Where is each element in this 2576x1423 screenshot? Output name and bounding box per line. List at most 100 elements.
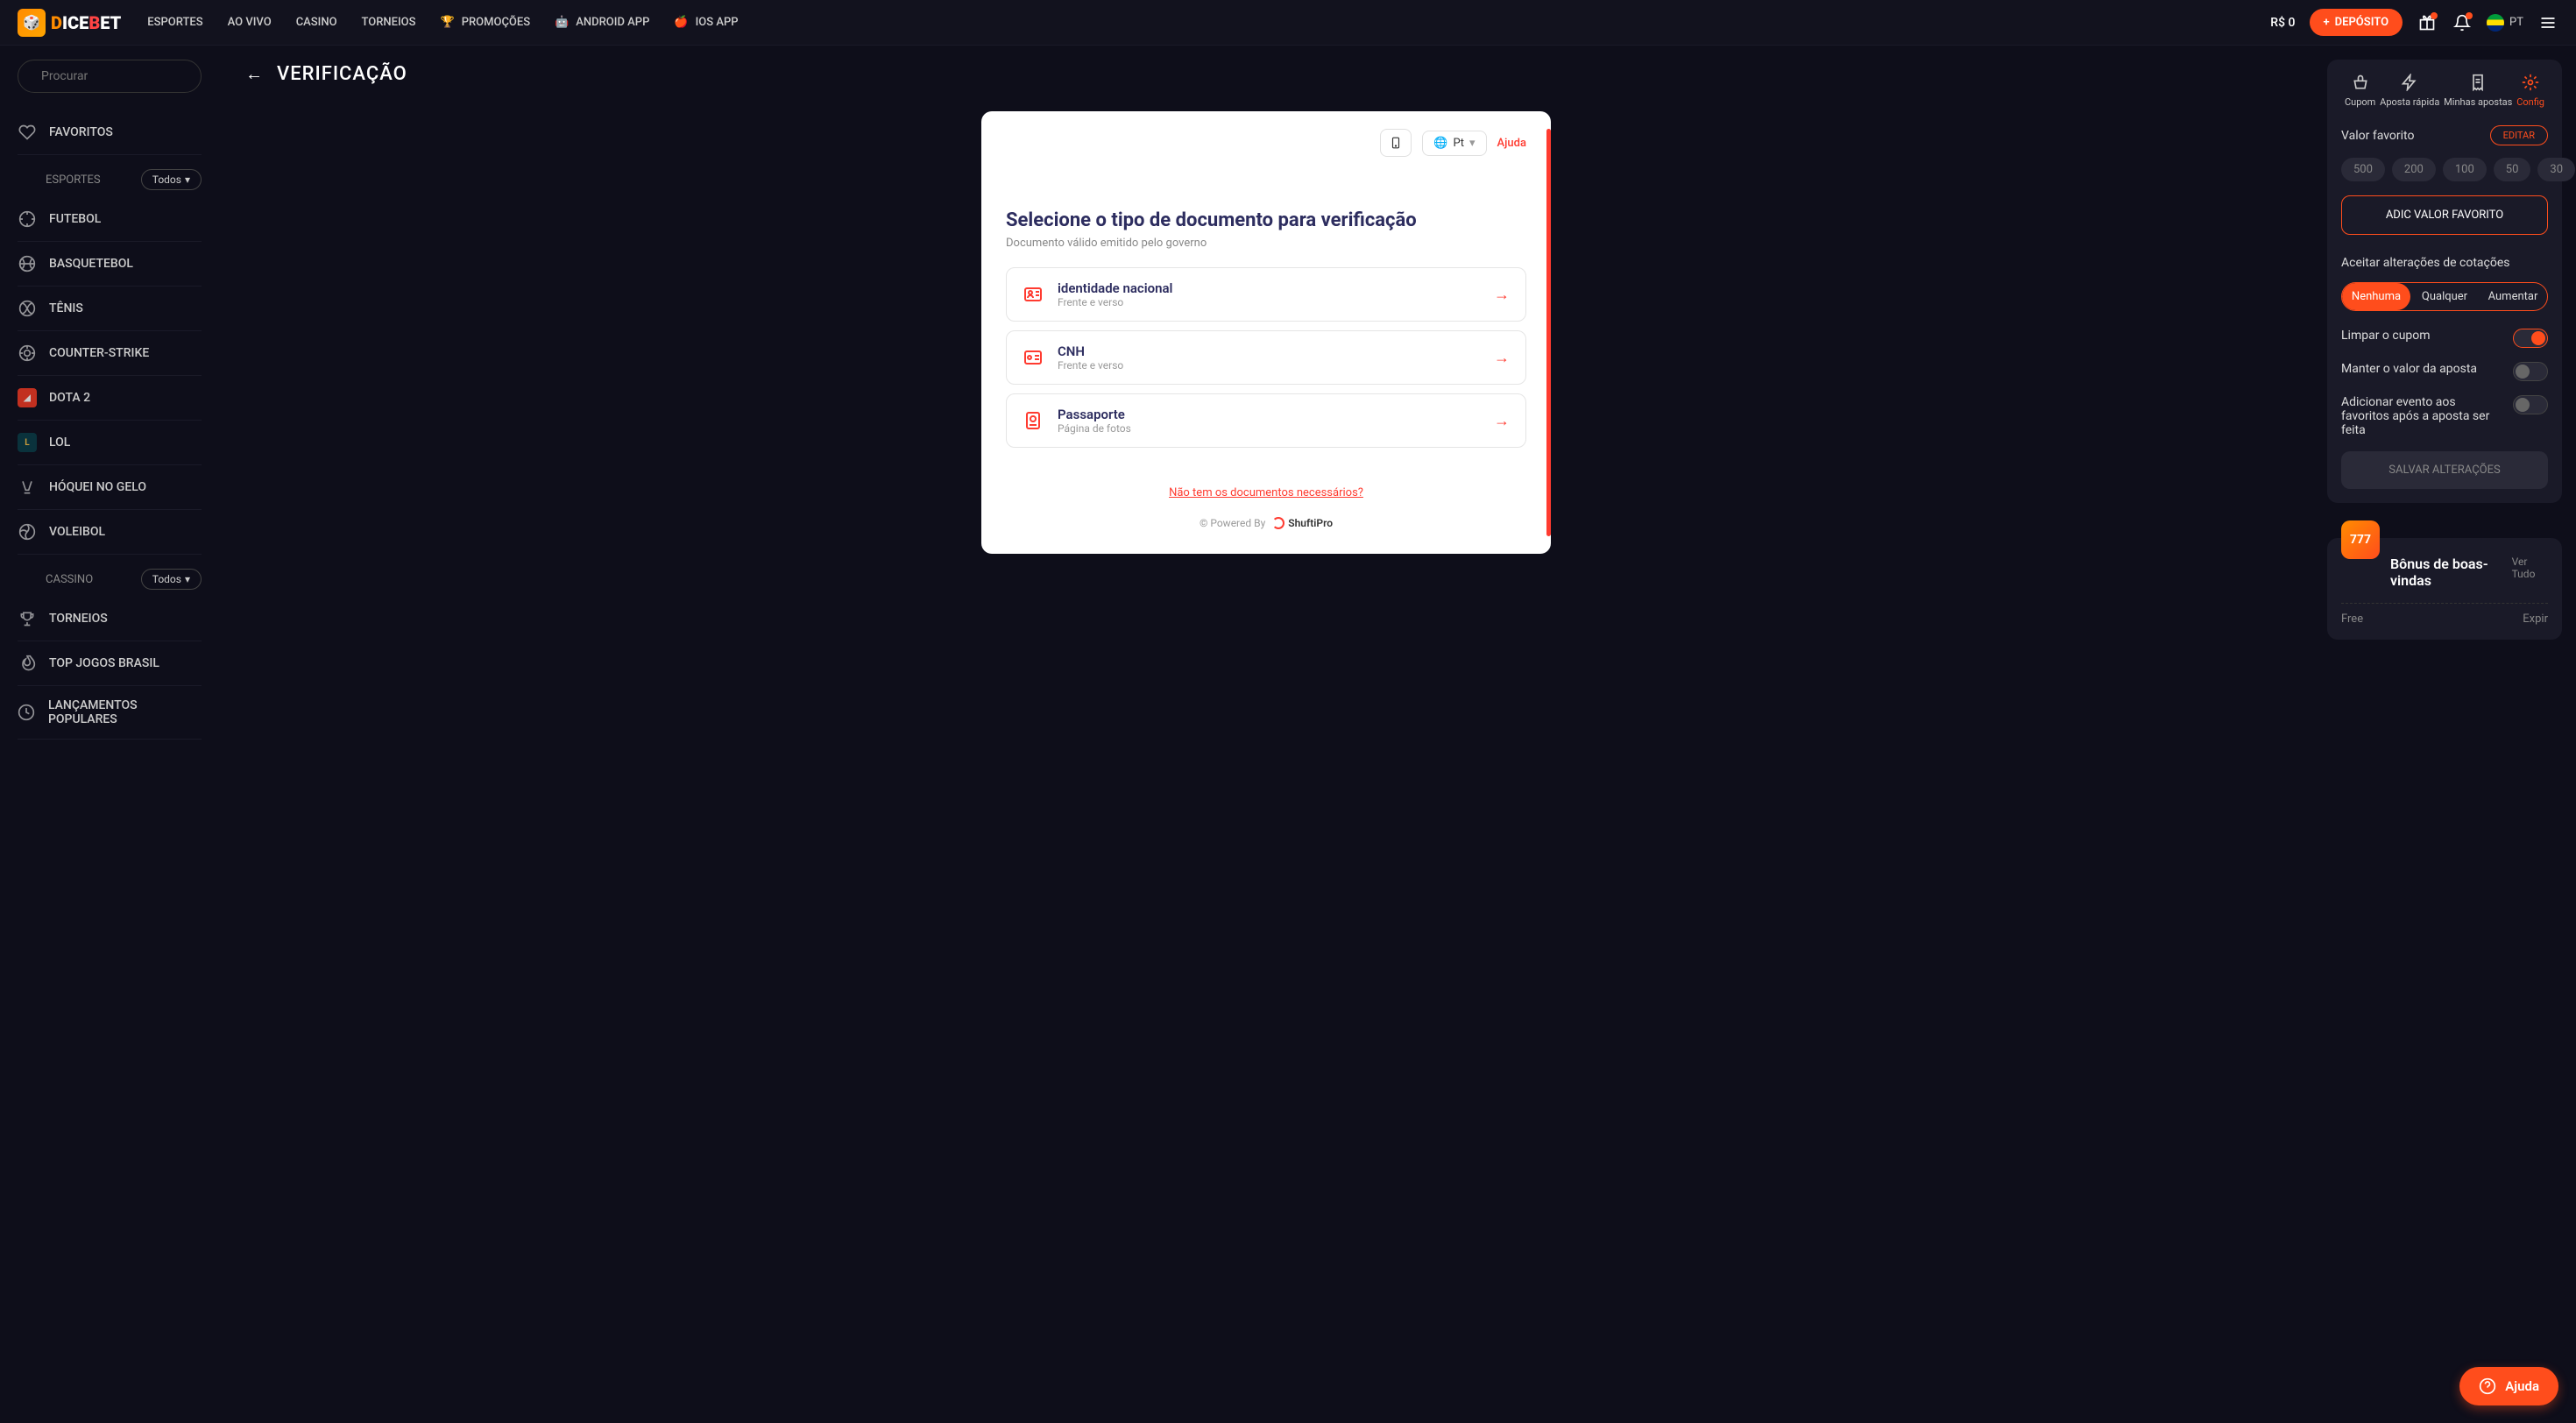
- save-button[interactable]: SALVAR ALTERAÇÕES: [2341, 451, 2548, 489]
- balance: R$ 0: [2270, 16, 2295, 30]
- basket-icon: [2352, 74, 2369, 91]
- page-title: VERIFICAÇÃO: [277, 63, 407, 85]
- logo[interactable]: 🎲 DICEBET: [18, 9, 121, 37]
- option-aumentar[interactable]: Aumentar: [2479, 283, 2547, 310]
- sidebar-topjogos[interactable]: TOP JOGOS BRASIL: [18, 641, 202, 686]
- menu-button[interactable]: [2537, 12, 2558, 33]
- nav-links: ESPORTES AO VIVO CASINO TORNEIOS 🏆PROMOÇ…: [147, 16, 738, 29]
- heart-icon: [18, 123, 37, 142]
- bonus-title: Bônus de boas-vindas: [2390, 556, 2512, 589]
- add-favorite-button[interactable]: ADIC VALOR FAVORITO: [2341, 195, 2548, 235]
- sidebar-torneios[interactable]: TORNEIOS: [18, 597, 202, 641]
- doc-option-id[interactable]: identidade nacional Frente e verso →: [1006, 267, 1526, 322]
- toggle-clear-coupon[interactable]: [2513, 329, 2548, 348]
- search-box[interactable]: [18, 60, 202, 93]
- doc-option-cnh[interactable]: CNH Frente e verso →: [1006, 330, 1526, 385]
- nav-ios[interactable]: 🍎IOS APP: [674, 16, 738, 29]
- back-button[interactable]: ←: [245, 63, 263, 85]
- help-fab[interactable]: Ajuda: [2459, 1367, 2558, 1405]
- sidebar-lancamentos[interactable]: LANÇAMENTOS POPULARES: [18, 686, 202, 740]
- casino-filter[interactable]: Todos▾: [141, 569, 202, 590]
- basketball-icon: [18, 254, 37, 273]
- no-docs-link[interactable]: Não tem os documentos necessários?: [1169, 486, 1363, 499]
- slot-icon: 777: [2341, 520, 2380, 559]
- doc-option-passport[interactable]: Passaporte Página de fotos →: [1006, 393, 1526, 448]
- doc-title: identidade nacional: [1058, 280, 1480, 296]
- chevron-down-icon: ▾: [185, 173, 190, 186]
- nav-android[interactable]: 🤖ANDROID APP: [555, 16, 649, 29]
- doc-subtitle: Página de fotos: [1058, 422, 1480, 435]
- bonus-view-all[interactable]: Ver Tudo: [2512, 556, 2548, 580]
- chip-200[interactable]: 200: [2392, 158, 2436, 181]
- id-card-icon: [1023, 284, 1044, 305]
- nav-promocoes[interactable]: 🏆PROMOÇÕES: [441, 16, 531, 29]
- notification-button[interactable]: [2452, 12, 2473, 33]
- chip-100[interactable]: 100: [2443, 158, 2487, 181]
- doc-title: Passaporte: [1058, 407, 1480, 422]
- mobile-icon[interactable]: [1380, 129, 1412, 157]
- panel-tabs: Cupom Aposta rápida Minhas apostas Confi…: [2341, 74, 2548, 108]
- trophy-icon: [18, 609, 37, 628]
- hockey-icon: [18, 478, 37, 497]
- doc-title: CNH: [1058, 343, 1480, 359]
- nav-casino[interactable]: CASINO: [296, 16, 337, 29]
- gift-button[interactable]: [2417, 12, 2438, 33]
- nav-torneios[interactable]: TORNEIOS: [362, 16, 416, 29]
- logo-icon: 🎲: [18, 9, 46, 37]
- chevron-down-icon: ▾: [1469, 137, 1476, 150]
- sidebar-counterstrike[interactable]: COUNTER-STRIKE: [18, 331, 202, 376]
- odds-change-options: Nenhuma Qualquer Aumentar: [2341, 282, 2548, 311]
- tennis-icon: [18, 299, 37, 318]
- toggle-row-add-favorite: Adicionar evento aos favoritos após a ap…: [2341, 395, 2548, 437]
- doc-subtitle: Frente e verso: [1058, 296, 1480, 308]
- toggle-add-favorite[interactable]: [2513, 395, 2548, 414]
- toggle-keep-value[interactable]: [2513, 362, 2548, 381]
- favorite-amount-label: Valor favorito: [2341, 129, 2414, 143]
- bonus-divider: [2341, 603, 2548, 604]
- chip-50[interactable]: 50: [2494, 158, 2531, 181]
- soccer-icon: [18, 209, 37, 229]
- edit-button[interactable]: EDITAR: [2490, 125, 2548, 145]
- option-nenhuma[interactable]: Nenhuma: [2342, 283, 2410, 310]
- header: 🎲 DICEBET ESPORTES AO VIVO CASINO TORNEI…: [0, 0, 2576, 46]
- deposit-button[interactable]: +DEPÓSITO: [2310, 9, 2403, 36]
- search-input[interactable]: [41, 69, 197, 83]
- arrow-right-icon: →: [1494, 286, 1510, 304]
- page-header: ← VERIFICAÇÃO: [245, 63, 2287, 85]
- help-icon: [2479, 1377, 2496, 1395]
- tab-cupom[interactable]: Cupom: [2345, 74, 2375, 108]
- sidebar-hoquei[interactable]: HÓQUEI NO GELO: [18, 465, 202, 510]
- casino-section-header: CASSINO Todos▾: [18, 555, 202, 597]
- toggle-row-clear-coupon: Limpar o cupom: [2341, 329, 2548, 348]
- verification-title: Selecione o tipo de documento para verif…: [1006, 209, 1526, 231]
- sidebar-lol[interactable]: L LOL: [18, 421, 202, 465]
- sidebar-basquetebol[interactable]: BASQUETEBOL: [18, 242, 202, 287]
- sidebar-favorites[interactable]: FAVORITOS: [18, 110, 202, 155]
- nav-aovivo[interactable]: AO VIVO: [228, 16, 272, 29]
- apple-icon: 🍎: [674, 16, 688, 29]
- toggle-label: Adicionar evento aos favoritos após a ap…: [2341, 395, 2504, 437]
- sidebar-futebol[interactable]: FUTEBOL: [18, 197, 202, 242]
- verification-lang-select[interactable]: 🌐 Pt ▾: [1422, 131, 1486, 156]
- nav-esportes[interactable]: ESPORTES: [147, 16, 202, 29]
- chip-500[interactable]: 500: [2341, 158, 2385, 181]
- tab-aposta-rapida[interactable]: Aposta rápida: [2380, 74, 2439, 108]
- sidebar-dota2[interactable]: ◢ DOTA 2: [18, 376, 202, 421]
- sidebar-voleibol[interactable]: VOLEIBOL: [18, 510, 202, 555]
- language-select[interactable]: PT: [2487, 14, 2523, 32]
- verification-subtitle: Documento válido emitido pelo governo: [1006, 237, 1526, 250]
- favorite-amount-row: Valor favorito EDITAR: [2341, 125, 2548, 145]
- tab-config[interactable]: Config: [2516, 74, 2544, 108]
- betslip-panel: Cupom Aposta rápida Minhas apostas Confi…: [2327, 60, 2562, 503]
- sports-filter[interactable]: Todos▾: [141, 169, 202, 190]
- verification-top-bar: 🌐 Pt ▾ Ajuda: [1006, 129, 1526, 157]
- gear-icon: [2522, 74, 2539, 91]
- treasure-icon: 🏆: [441, 16, 455, 29]
- chip-30[interactable]: 30: [2537, 158, 2575, 181]
- tab-minhas-apostas[interactable]: Minhas apostas: [2444, 74, 2512, 108]
- bonus-card[interactable]: 777 Bônus de boas-vindas Ver Tudo Free E…: [2327, 538, 2562, 640]
- logo-text: DICEBET: [51, 12, 121, 33]
- verification-help-link[interactable]: Ajuda: [1497, 137, 1526, 150]
- sidebar-tenis[interactable]: TÊNIS: [18, 287, 202, 331]
- option-qualquer[interactable]: Qualquer: [2410, 283, 2479, 310]
